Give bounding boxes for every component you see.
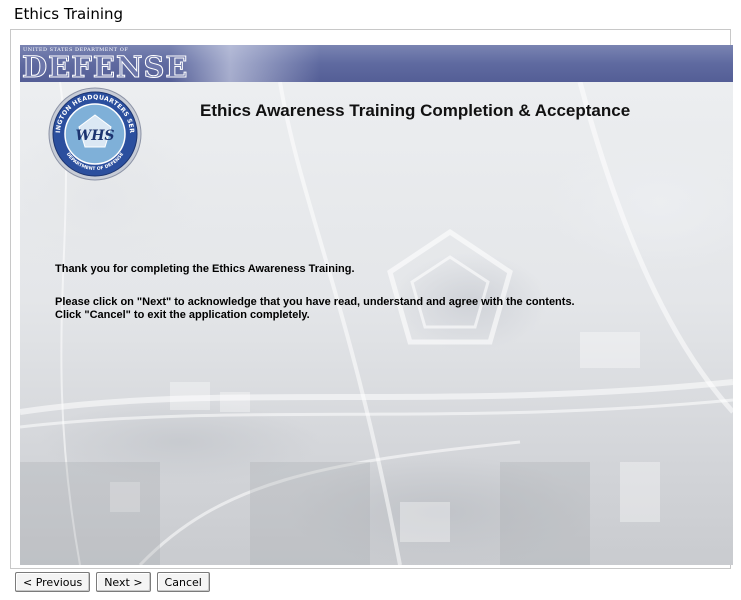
instruction-next: Please click on "Next" to acknowledge th… <box>55 296 575 308</box>
banner-fade <box>170 45 320 82</box>
thanks-message: Thank you for completing the Ethics Awar… <box>55 263 355 275</box>
seal-center-text: WHS <box>75 128 114 144</box>
page-title: Ethics Awareness Training Completion & A… <box>200 101 631 120</box>
application-window: Ethics Training United States Department… <box>0 0 741 600</box>
banner-defense-word: DEFENSE <box>22 50 189 84</box>
window-title: Ethics Training <box>14 5 124 23</box>
previous-button[interactable]: < Previous <box>15 572 91 592</box>
instruction-cancel: Click "Cancel" to exit the application c… <box>55 309 310 321</box>
whs-seal-logo: WASHINGTON HEADQUARTERS SERVICES DEPARTM… <box>48 87 142 181</box>
cancel-button[interactable]: Cancel <box>156 572 210 592</box>
defense-banner: United States Department of DEFENSE <box>20 45 733 84</box>
content-panel: United States Department of DEFENSE <box>20 45 733 565</box>
next-button[interactable]: Next > <box>96 572 151 592</box>
navigation-buttons: < Previous Next > Cancel <box>15 572 210 594</box>
